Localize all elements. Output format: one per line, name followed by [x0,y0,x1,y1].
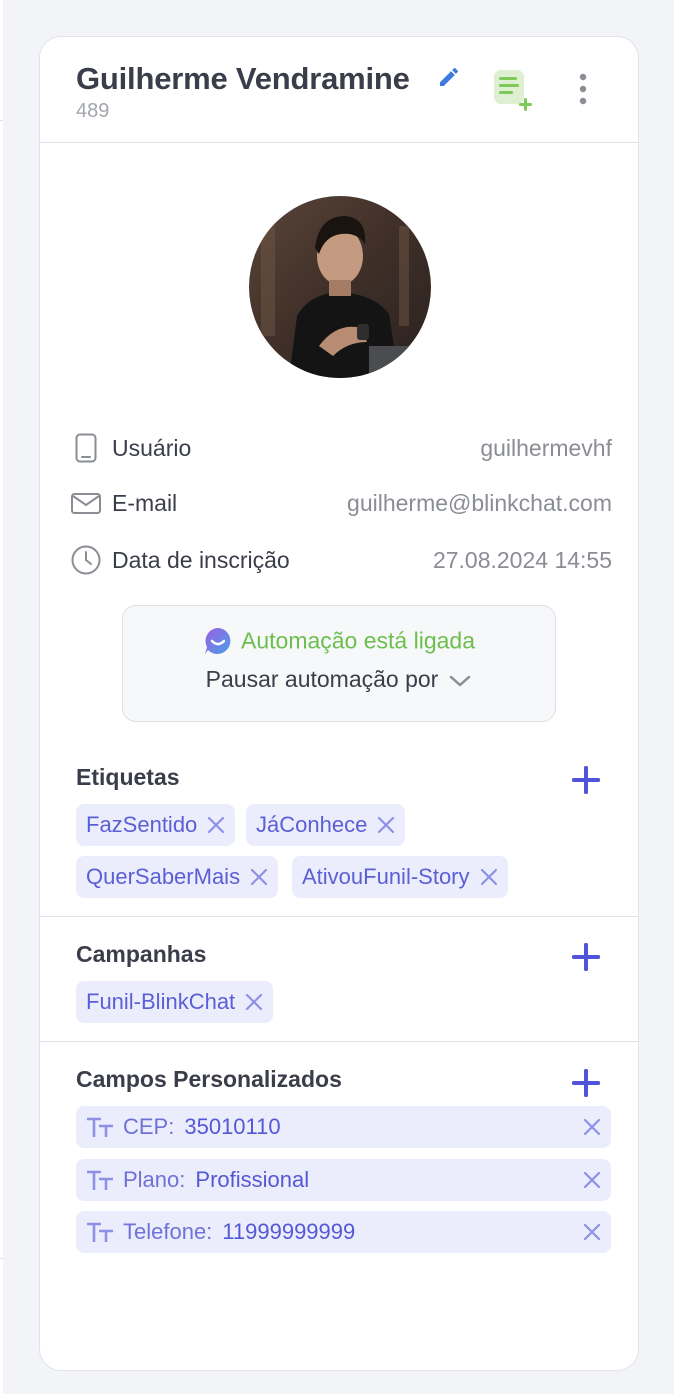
info-row-signup: Data de inscrição 27.08.2024 14:55 [70,540,612,580]
tag-label: QuerSaberMais [86,864,241,889]
campaigns-section-title: Campanhas [76,941,207,967]
custom-field-value: 11999999999 [222,1219,356,1244]
custom-field-value: Profissional [195,1167,310,1192]
tag-label: FazSentido [86,812,198,837]
contact-header: Guilherme Vendramine 489 [40,37,638,143]
email-label: E-mail [112,490,178,516]
tag-label: JáConhece [256,812,368,837]
custom-field-row[interactable]: CEP: 35010110 [76,1106,611,1148]
custom-field-text: CEP: 35010110 [123,1114,281,1140]
automation-status-text: Automação está ligada [241,627,475,654]
add-tag-plus-icon[interactable] [570,764,602,796]
campaign-chip: Funil-BlinkChat [76,981,274,1023]
more-vertical-icon[interactable] [572,71,594,107]
custom-field-text: Telefone: 11999999999 [123,1219,355,1245]
text-type-icon [87,1170,113,1190]
remove-tag-close-icon[interactable] [207,816,225,834]
custom-field-name: Telefone: [123,1219,213,1244]
custom-fields-section-title: Campos Personalizados [76,1066,342,1092]
remove-campaign-close-icon[interactable] [245,993,263,1011]
contact-details-panel: Guilherme Vendramine 489 Usuário guilher… [39,36,639,1371]
custom-field-row[interactable]: Telefone: 11999999999 [76,1211,611,1253]
remove-tag-close-icon[interactable] [377,816,395,834]
clock-icon [71,545,101,575]
remove-tag-close-icon[interactable] [480,868,498,886]
section-divider [40,916,638,917]
remove-field-close-icon[interactable] [583,1171,601,1189]
tags-section-title: Etiquetas [76,764,180,790]
remove-tag-close-icon[interactable] [250,868,268,886]
tag-chip: QuerSaberMais [76,856,279,898]
automation-box: Automação está ligada Pausar automação p… [122,605,556,722]
campaign-label: Funil-BlinkChat [86,989,236,1014]
pencil-icon[interactable] [437,65,461,89]
remove-field-close-icon[interactable] [583,1223,601,1241]
text-type-icon [87,1117,113,1137]
section-divider [40,1041,638,1042]
adjacent-panel-edge [0,0,3,1394]
tag-label: AtivouFunil-Story [302,864,470,889]
custom-field-value: 35010110 [184,1114,281,1139]
add-custom-field-plus-icon[interactable] [570,1067,602,1099]
pause-automation-dropdown[interactable]: Pausar automação por [123,666,555,693]
mail-icon [71,493,101,514]
username-value: guilhermevhf [480,435,612,461]
custom-field-row[interactable]: Plano: Profissional [76,1159,611,1201]
chevron-down-icon [450,675,471,687]
remove-field-close-icon[interactable] [583,1118,601,1136]
tag-chip: AtivouFunil-Story [292,856,508,898]
add-campaign-plus-icon[interactable] [570,941,602,973]
custom-field-name: Plano: [123,1167,186,1192]
avatar [249,196,431,378]
signup-label: Data de inscrição [112,547,290,573]
chat-bubble-logo-icon [205,628,231,654]
text-type-icon [87,1222,113,1242]
contact-name: Guilherme Vendramine [76,61,410,96]
signup-value: 27.08.2024 14:55 [432,547,612,573]
info-row-email: E-mail guilherme@blinkchat.com [70,483,612,523]
custom-field-text: Plano: Profissional [123,1167,309,1193]
note-add-icon[interactable] [492,68,538,114]
username-label: Usuário [112,435,192,461]
custom-field-name: CEP: [123,1114,175,1139]
tag-chip: JáConhece [246,804,406,846]
contact-id: 489 [76,100,110,122]
info-row-username: Usuário guilhermevhf [70,428,612,468]
phone-icon [75,433,97,463]
automation-status: Automação está ligada [123,626,555,656]
email-value: guilherme@blinkchat.com [347,490,612,516]
tag-chip: FazSentido [76,804,236,846]
pause-automation-label: Pausar automação por [205,666,439,692]
